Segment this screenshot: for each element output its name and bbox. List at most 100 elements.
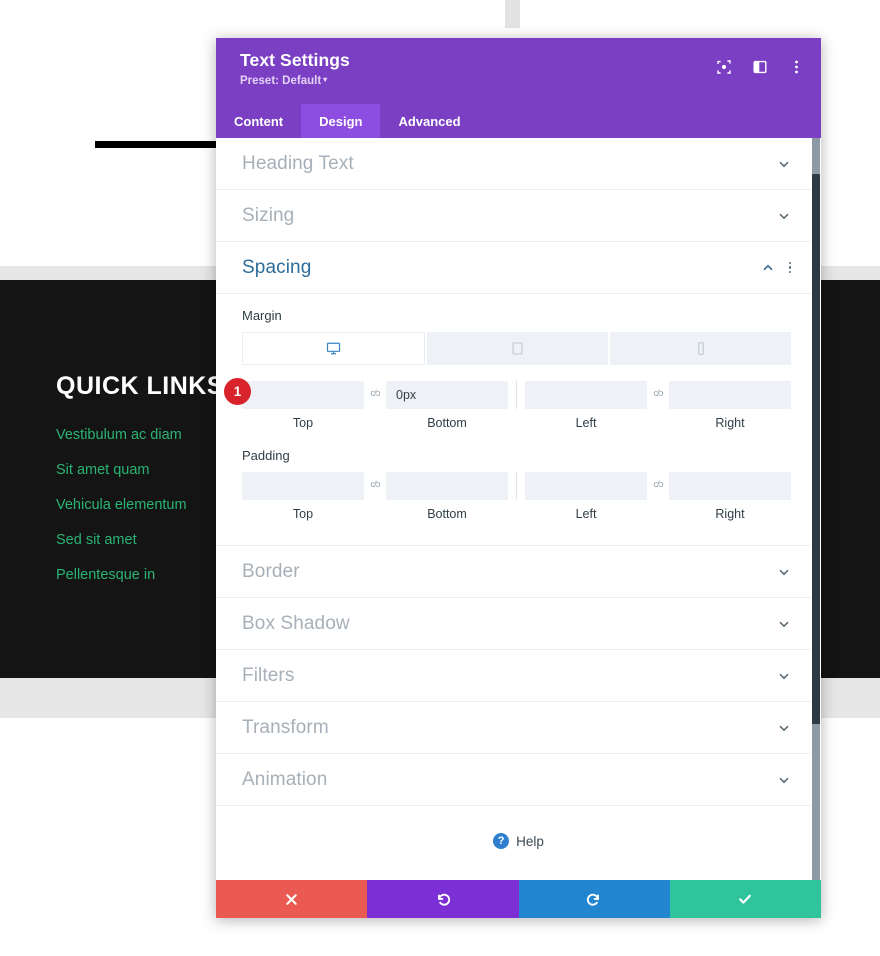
section-controls [777,617,791,631]
quick-links-title: QUICK LINKS [56,372,224,400]
list-item[interactable]: Vehicula elementum [56,497,216,513]
section-controls [777,565,791,579]
margin-label: Margin [242,308,282,323]
close-icon [286,893,297,905]
section-controls [761,261,791,275]
section-heading-text[interactable]: Heading Text [216,138,821,190]
more-vertical-icon[interactable] [788,261,791,274]
section-filters[interactable]: Filters [216,650,821,702]
focus-icon[interactable] [715,58,733,76]
section-box-shadow[interactable]: Box Shadow [216,598,821,650]
desktop-icon [326,342,341,355]
redo-icon [587,893,600,906]
margin-right-input[interactable] [669,381,791,409]
chevron-down-icon [779,213,789,219]
section-controls [777,721,791,735]
section-controls [777,157,791,171]
quick-links-widget: QUICK LINKS Vestibulum ac diam Sit amet … [56,372,224,602]
device-tab-tablet[interactable] [427,332,608,365]
margin-horizontal-group: Left c/ɔ Right [525,381,791,430]
section-controls [777,669,791,683]
preset-selector[interactable]: Preset: Default ▾ [240,75,799,87]
margin-top-field: Top [242,381,364,430]
section-label: Transform [242,716,329,738]
modal-tabs: Content Design Advanced [216,104,821,138]
more-vertical-icon[interactable] [787,58,805,76]
link-padding-vertical-icon[interactable]: c/ɔ [364,479,386,490]
list-item[interactable]: Pellentesque in [56,567,216,583]
padding-right-field: Right [669,472,791,521]
chevron-down-icon [779,569,789,575]
padding-top-caption: Top [292,507,314,521]
check-icon [739,894,752,904]
layout-panel-icon[interactable] [751,58,769,76]
chevron-down-icon [779,777,789,783]
margin-left-caption: Left [575,416,597,430]
section-animation[interactable]: Animation [216,754,821,806]
scrollbar-thumb[interactable] [812,174,820,724]
help-label: Help [516,833,544,849]
phone-icon [697,342,704,355]
padding-right-caption: Right [715,507,745,521]
section-sizing[interactable]: Sizing [216,190,821,242]
padding-left-input[interactable] [525,472,647,500]
section-border[interactable]: Border [216,546,821,598]
section-label: Spacing [242,256,312,278]
margin-divider [516,381,517,409]
modal-scrollbar[interactable] [811,138,821,880]
padding-fields-row: Top c/ɔ Bottom Left c/ɔ Right [242,472,791,521]
cancel-button[interactable] [216,880,368,918]
undo-button[interactable] [367,880,519,918]
margin-fields-row: 1 Top c/ɔ Bottom [224,378,791,430]
redo-button[interactable] [518,880,670,918]
chevron-up-icon [762,264,773,270]
padding-divider [516,472,517,500]
margin-right-field: Right [669,381,791,430]
padding-left-caption: Left [575,507,597,521]
padding-label: Padding [242,448,290,463]
section-transform[interactable]: Transform [216,702,821,754]
margin-bottom-input[interactable] [386,381,508,409]
margin-vertical-group: Top c/ɔ Bottom [242,381,508,430]
margin-right-caption: Right [715,416,745,430]
step-badge-1: 1 [224,378,251,405]
margin-top-caption: Top [292,416,314,430]
list-item[interactable]: Sed sit amet [56,532,216,548]
device-tab-desktop[interactable] [242,332,425,365]
padding-right-input[interactable] [669,472,791,500]
section-label: Filters [242,664,295,686]
page-top-tab-marker [505,0,520,28]
section-controls [777,209,791,223]
link-margin-horizontal-icon[interactable]: c/ɔ [647,388,669,399]
save-button[interactable] [669,880,821,918]
modal-footer [216,880,821,918]
list-item[interactable]: Sit amet quam [56,462,216,478]
margin-left-input[interactable] [525,381,647,409]
modal-header: Text Settings Preset: Default ▾ [216,38,821,104]
padding-top-input[interactable] [242,472,364,500]
margin-bottom-caption: Bottom [427,416,467,430]
margin-top-input[interactable] [242,381,364,409]
chevron-down-icon [779,161,789,167]
chevron-down-icon [779,621,789,627]
padding-bottom-input[interactable] [386,472,508,500]
padding-bottom-caption: Bottom [427,507,467,521]
margin-bottom-field: Bottom [386,381,508,430]
device-tab-phone[interactable] [610,332,791,365]
section-label: Box Shadow [242,612,350,634]
tab-content[interactable]: Content [216,104,301,138]
link-margin-vertical-icon[interactable]: c/ɔ [364,388,386,399]
section-spacing[interactable]: Spacing [216,242,821,294]
link-padding-horizontal-icon[interactable]: c/ɔ [647,479,669,490]
undo-icon [437,893,450,906]
tab-design[interactable]: Design [301,104,381,138]
padding-vertical-group: Top c/ɔ Bottom [242,472,508,521]
help-link[interactable]: ? Help [216,806,821,876]
list-item[interactable]: Vestibulum ac diam [56,427,216,443]
tablet-icon [512,342,523,355]
spacing-panel: Margin 1 Top c/ɔ 0px Bottom Left c/ɔ Rig… [216,294,821,546]
tab-advanced[interactable]: Advanced [380,104,478,138]
preset-label: Preset: Default [240,74,322,87]
section-label: Sizing [242,204,295,226]
chevron-down-icon: ▾ [323,74,328,84]
